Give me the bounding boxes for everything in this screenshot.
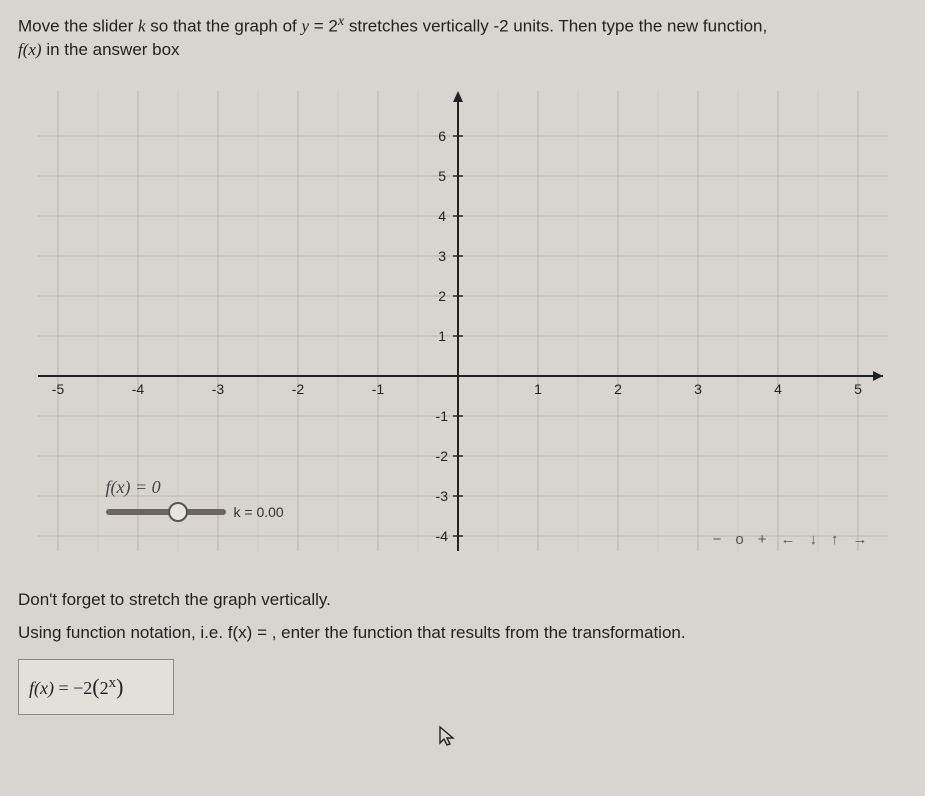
svg-text:1: 1	[534, 381, 542, 397]
y-axis-arrow	[453, 91, 463, 102]
slider-k-group: f(x) = 0 k = 0.00	[106, 477, 306, 520]
svg-text:5: 5	[438, 168, 446, 184]
svg-text:-4: -4	[131, 381, 144, 397]
svg-text:-4: -4	[435, 528, 448, 544]
question-prompt: Move the slider k so that the graph of y…	[18, 12, 907, 62]
svg-text:2: 2	[614, 381, 622, 397]
svg-text:-3: -3	[211, 381, 224, 397]
zoom-in-button[interactable]: +	[758, 531, 767, 548]
slider-function-label: f(x) = 0	[106, 477, 306, 498]
svg-text:5: 5	[854, 381, 862, 397]
svg-text:3: 3	[694, 381, 702, 397]
reminder-text: Don't forget to stretch the graph vertic…	[18, 584, 907, 616]
graph-panel[interactable]: -5 -4 -3 -2 -1 1 2 3 4 5 1 2 3 4 5 6 -1 …	[28, 76, 898, 566]
svg-text:-2: -2	[435, 448, 448, 464]
cursor-icon	[438, 724, 456, 758]
slider-k-track[interactable]	[106, 509, 226, 515]
zoom-out-button[interactable]: −	[713, 531, 722, 548]
var-k: k	[138, 17, 146, 36]
slider-k-thumb[interactable]	[168, 502, 188, 522]
svg-text:1: 1	[438, 328, 446, 344]
svg-text:-1: -1	[371, 381, 384, 397]
answer-input[interactable]: f(x) = −2(2x)	[18, 659, 174, 715]
x-axis-arrow	[873, 371, 883, 381]
svg-text:-5: -5	[51, 381, 64, 397]
svg-text:-3: -3	[435, 488, 448, 504]
reset-button[interactable]: o	[735, 531, 743, 548]
svg-text:4: 4	[438, 208, 446, 224]
svg-text:-2: -2	[291, 381, 304, 397]
pan-up-button[interactable]: ↑	[831, 531, 839, 548]
slider-k-value: k = 0.00	[234, 504, 284, 520]
pan-right-button[interactable]: →	[853, 531, 868, 548]
instructions-block: Don't forget to stretch the graph vertic…	[18, 584, 907, 714]
svg-text:4: 4	[774, 381, 782, 397]
svg-text:-1: -1	[435, 408, 448, 424]
pan-down-button[interactable]: ↓	[810, 531, 818, 548]
graph-toolbar: − o + ← ↓ ↑ →	[713, 531, 868, 548]
svg-text:3: 3	[438, 248, 446, 264]
pan-left-button[interactable]: ←	[781, 531, 796, 548]
svg-text:2: 2	[438, 288, 446, 304]
instruction-text: Using function notation, i.e. f(x) = , e…	[18, 617, 907, 649]
svg-text:6: 6	[438, 128, 446, 144]
